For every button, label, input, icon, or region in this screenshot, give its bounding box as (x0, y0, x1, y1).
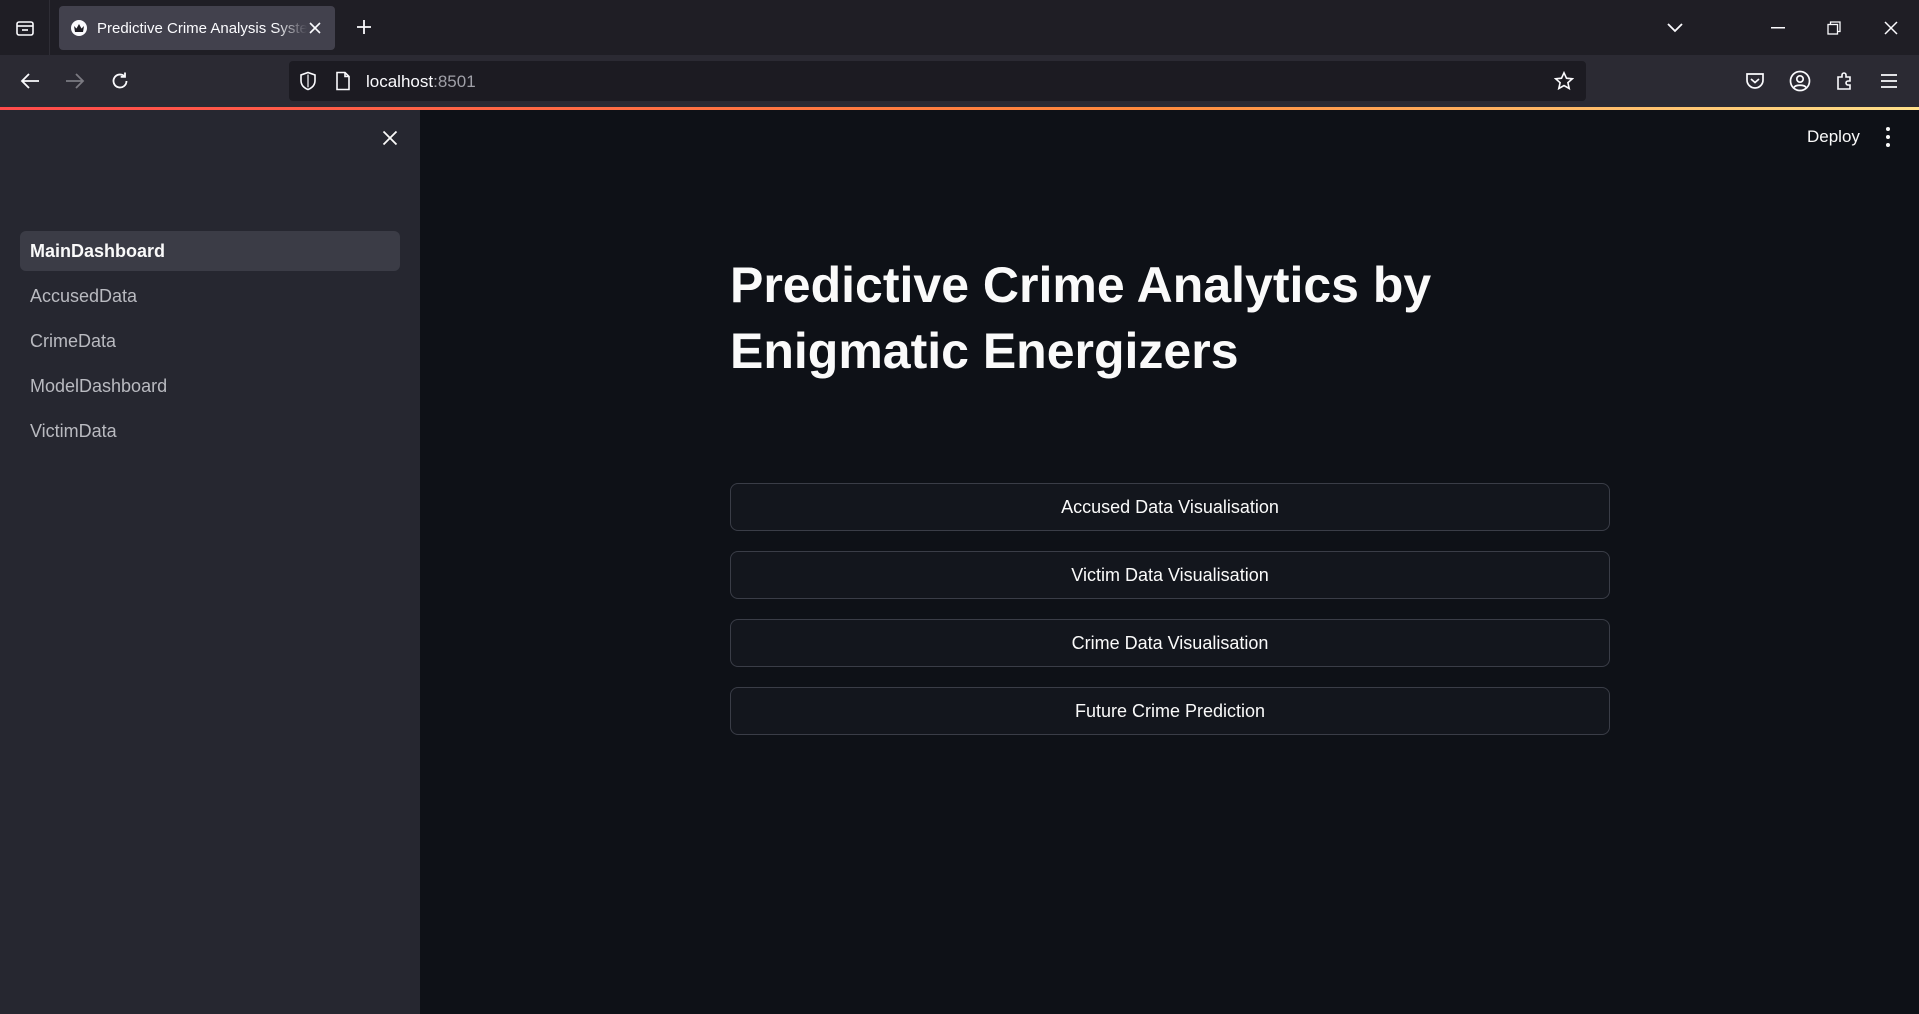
new-tab-plus-icon[interactable] (350, 13, 378, 41)
url-port: :8501 (433, 72, 476, 91)
page-title: Predictive Crime Analytics by Enigmatic … (730, 257, 1432, 379)
address-bar[interactable]: localhost:8501 (289, 61, 1586, 101)
page-info-icon[interactable] (335, 71, 351, 91)
sidebar-item-modeldashboard[interactable]: ModelDashboard (20, 366, 400, 406)
sidebar-item-accuseddata[interactable]: AccusedData (20, 276, 400, 316)
url-text[interactable]: localhost:8501 (366, 72, 476, 92)
victim-data-visualisation-button[interactable]: Victim Data Visualisation (730, 551, 1610, 599)
crime-data-visualisation-button[interactable]: Crime Data Visualisation (730, 619, 1610, 667)
sidebar-item-maindashboard[interactable]: MainDashboard (20, 231, 400, 271)
url-host: localhost (366, 72, 434, 91)
sidebar-nav: MainDashboard AccusedData CrimeData Mode… (20, 231, 400, 456)
streamlit-crown-icon (71, 20, 87, 36)
tab-close-icon[interactable] (305, 18, 325, 38)
reload-icon[interactable] (104, 65, 136, 97)
extensions-puzzle-icon[interactable] (1829, 65, 1861, 97)
sidebar-item-victimdata[interactable]: VictimData (20, 411, 400, 451)
list-all-tabs-chevron-icon[interactable] (1647, 0, 1703, 55)
future-crime-prediction-button[interactable]: Future Crime Prediction (730, 687, 1610, 735)
tab-list-button[interactable] (0, 0, 50, 55)
minimize-icon[interactable] (1750, 0, 1806, 55)
browser-nav-bar: localhost:8501 (0, 55, 1919, 107)
tracking-shield-icon[interactable] (298, 71, 318, 91)
sidebar: MainDashboard AccusedData CrimeData Mode… (0, 110, 420, 1014)
back-arrow-icon[interactable] (14, 65, 46, 97)
window-close-icon[interactable] (1863, 0, 1919, 55)
main-menu-kebab-icon[interactable] (1882, 125, 1894, 149)
bookmark-star-icon[interactable] (1554, 71, 1574, 91)
sidebar-item-crimedata[interactable]: CrimeData (20, 321, 400, 361)
sidebar-close-icon[interactable] (378, 126, 402, 150)
forward-arrow-icon[interactable] (59, 65, 91, 97)
firefox-view-icon (15, 20, 34, 36)
main-content: Deploy Predictive Crime Analytics by Eni… (420, 110, 1919, 1014)
pocket-icon[interactable] (1739, 65, 1771, 97)
browser-tab-bar: Predictive Crime Analysis System (0, 0, 1919, 55)
tab-title: Predictive Crime Analysis System (97, 19, 307, 37)
browser-tab-active[interactable]: Predictive Crime Analysis System (59, 6, 335, 50)
deploy-button[interactable]: Deploy (1807, 127, 1860, 147)
hamburger-menu-icon[interactable] (1873, 65, 1905, 97)
account-icon[interactable] (1784, 65, 1816, 97)
restore-icon[interactable] (1806, 0, 1862, 55)
accused-data-visualisation-button[interactable]: Accused Data Visualisation (730, 483, 1610, 531)
